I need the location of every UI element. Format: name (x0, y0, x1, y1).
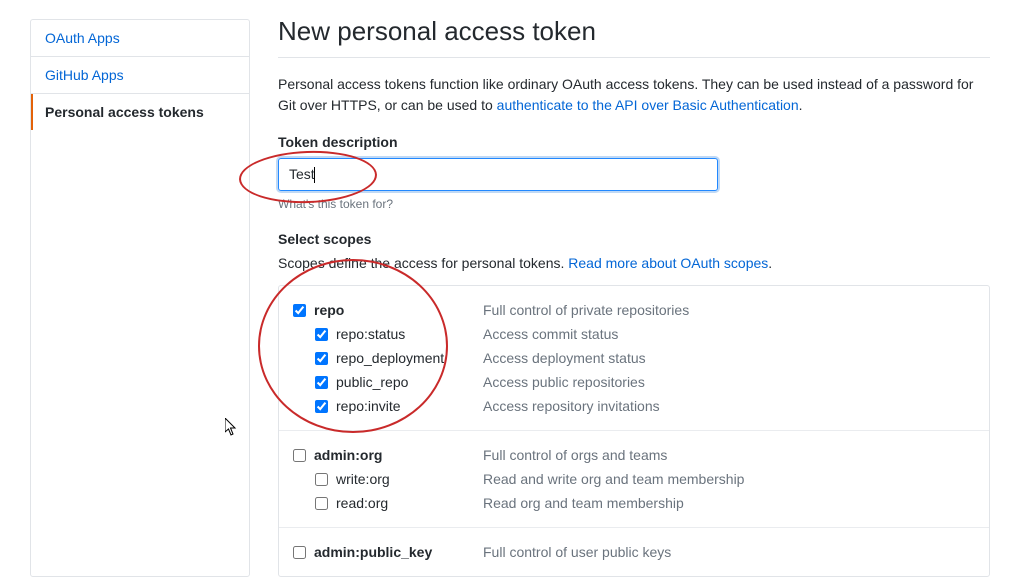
scope-row-read-org: read:org Read org and team membership (293, 491, 975, 515)
page-title: New personal access token (278, 16, 990, 58)
scope-desc-repo-status: Access commit status (483, 326, 618, 342)
page-intro: Personal access tokens function like ord… (278, 74, 990, 116)
scope-group-admin-public-key: admin:public_key Full control of user pu… (279, 528, 989, 576)
scope-desc-read-org: Read org and team membership (483, 495, 684, 511)
scope-name-repo: repo (314, 302, 344, 318)
scope-checkbox-admin-public-key[interactable] (293, 546, 306, 559)
scope-checkbox-repo[interactable] (293, 304, 306, 317)
scope-checkbox-admin-org[interactable] (293, 449, 306, 462)
sidebar-item-personal-access-tokens[interactable]: Personal access tokens (31, 94, 249, 130)
sidebar-item-github-apps[interactable]: GitHub Apps (31, 57, 249, 94)
scope-name-public-repo: public_repo (336, 374, 408, 390)
scope-name-repo-deployment: repo_deployment (336, 350, 444, 366)
scopes-intro-text: Scopes define the access for personal to… (278, 255, 568, 271)
sidebar: OAuth Apps GitHub Apps Personal access t… (30, 19, 250, 577)
scope-name-read-org: read:org (336, 495, 388, 511)
scope-checkbox-write-org[interactable] (315, 473, 328, 486)
scope-desc-admin-org: Full control of orgs and teams (483, 447, 667, 463)
scope-row-repo-invite: repo:invite Access repository invitation… (293, 394, 975, 418)
scope-row-repo-status: repo:status Access commit status (293, 322, 975, 346)
intro-suffix: . (799, 97, 803, 113)
scope-desc-repo-invite: Access repository invitations (483, 398, 660, 414)
scopes-intro-suffix: . (768, 255, 772, 271)
token-description-help: What's this token for? (278, 197, 990, 211)
scope-checkbox-repo-status[interactable] (315, 328, 328, 341)
scope-group-repo: repo Full control of private repositorie… (279, 286, 989, 431)
scope-row-public-repo: public_repo Access public repositories (293, 370, 975, 394)
scope-desc-write-org: Read and write org and team membership (483, 471, 744, 487)
scope-name-write-org: write:org (336, 471, 390, 487)
scope-checkbox-repo-invite[interactable] (315, 400, 328, 413)
scope-name-admin-public-key: admin:public_key (314, 544, 432, 560)
scope-checkbox-repo-deployment[interactable] (315, 352, 328, 365)
sidebar-item-oauth-apps[interactable]: OAuth Apps (31, 20, 249, 57)
scope-row-repo-deployment: repo_deployment Access deployment status (293, 346, 975, 370)
scope-group-admin-org: admin:org Full control of orgs and teams… (279, 431, 989, 528)
scope-desc-repo-deployment: Access deployment status (483, 350, 646, 366)
scope-desc-public-repo: Access public repositories (483, 374, 645, 390)
scope-row-admin-public-key: admin:public_key Full control of user pu… (293, 540, 975, 564)
scope-checkbox-public-repo[interactable] (315, 376, 328, 389)
text-caret (314, 167, 315, 183)
scope-desc-repo: Full control of private repositories (483, 302, 689, 318)
intro-auth-link[interactable]: authenticate to the API over Basic Authe… (497, 97, 799, 113)
scope-desc-admin-public-key: Full control of user public keys (483, 544, 671, 560)
scope-name-repo-status: repo:status (336, 326, 405, 342)
scope-checkbox-read-org[interactable] (315, 497, 328, 510)
main-content: New personal access token Personal acces… (250, 16, 990, 577)
scope-name-repo-invite: repo:invite (336, 398, 401, 414)
select-scopes-heading: Select scopes (278, 231, 990, 247)
token-description-input[interactable]: Test (278, 158, 718, 191)
scope-name-admin-org: admin:org (314, 447, 382, 463)
token-description-label: Token description (278, 134, 990, 150)
scope-row-write-org: write:org Read and write org and team me… (293, 467, 975, 491)
token-description-value: Test (289, 166, 315, 182)
scopes-intro-link[interactable]: Read more about OAuth scopes (568, 255, 768, 271)
scope-row-admin-org: admin:org Full control of orgs and teams (293, 443, 975, 467)
scopes-list: repo Full control of private repositorie… (278, 285, 990, 577)
scope-row-repo: repo Full control of private repositorie… (293, 298, 975, 322)
scopes-intro: Scopes define the access for personal to… (278, 255, 990, 271)
